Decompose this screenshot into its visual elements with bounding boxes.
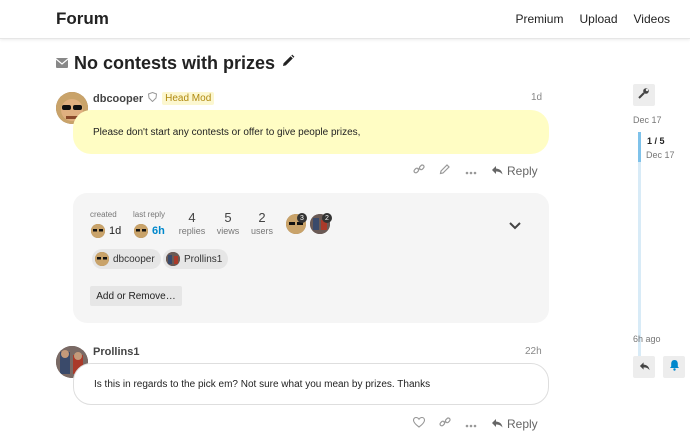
created-value[interactable]: 1d [109, 225, 121, 237]
timeline-end[interactable]: 6h ago [633, 334, 661, 344]
wrench-icon [638, 86, 650, 104]
post-content: Is this in regards to the pick em? Not s… [73, 363, 549, 405]
post-text: Please don't start any contests or offer… [93, 126, 361, 138]
post-header: Prollins1 [93, 346, 139, 358]
timeline-scrollbar[interactable] [638, 132, 641, 364]
replies-label: replies [178, 226, 206, 236]
pencil-icon[interactable] [281, 54, 295, 73]
shield-icon [148, 91, 158, 105]
last-reply-label: last reply [133, 210, 166, 219]
reply-icon [491, 417, 503, 431]
envelope-icon [55, 55, 69, 73]
timeline-position-date: Dec 17 [646, 150, 675, 160]
site-header: Forum Premium Upload Videos [0, 0, 690, 39]
post-header: dbcooper Head Mod [93, 91, 215, 105]
add-remove-button[interactable]: Add or Remove… [90, 286, 182, 306]
topic-title: No contests with prizes [55, 53, 295, 74]
post-username[interactable]: dbcooper [93, 93, 143, 105]
user-flair: Head Mod [162, 92, 215, 105]
created-label: created [90, 210, 117, 219]
chevron-down-icon[interactable] [508, 218, 522, 236]
users-label: users [250, 226, 273, 236]
reply-icon [491, 164, 503, 178]
admin-wrench-button[interactable] [633, 84, 655, 106]
post-actions: Reply [413, 163, 538, 178]
post-age[interactable]: 22h [525, 346, 542, 357]
avatar [134, 224, 148, 238]
post-count-badge: 3 [297, 213, 307, 223]
reply-button[interactable]: Reply [491, 417, 538, 431]
notification-button[interactable] [663, 356, 685, 378]
timeline-position: 1 / 5 [647, 136, 665, 146]
avatar [91, 224, 105, 238]
participant-name: Prollins1 [184, 253, 223, 265]
header-nav: Premium Upload Videos [515, 12, 670, 26]
post-actions: Reply [412, 416, 538, 431]
views-count: 5 [224, 210, 232, 225]
timeline-handle[interactable] [638, 132, 641, 162]
timeline-start-date[interactable]: Dec 17 [633, 115, 662, 125]
heart-icon[interactable] [412, 416, 426, 431]
reply-back-icon [639, 358, 650, 376]
more-icon[interactable] [465, 417, 477, 431]
link-icon[interactable] [413, 163, 425, 178]
post-text: Is this in regards to the pick em? Not s… [94, 378, 431, 390]
post-content: Please don't start any contests or offer… [73, 110, 549, 154]
participant-chip[interactable]: dbcooper [92, 249, 161, 269]
replies-count: 4 [188, 210, 196, 225]
last-reply-value[interactable]: 6h [152, 225, 165, 237]
users-count: 2 [258, 210, 266, 225]
link-icon[interactable] [439, 416, 451, 431]
topic-timeline: Dec 17 1 / 5 Dec 17 6h ago [633, 84, 690, 384]
site-brand[interactable]: Forum [56, 9, 109, 29]
post-count-badge: 2 [322, 213, 332, 223]
nav-videos[interactable]: Videos [634, 12, 670, 26]
nav-upload[interactable]: Upload [579, 12, 617, 26]
post-username[interactable]: Prollins1 [93, 346, 139, 358]
reply-label: Reply [507, 163, 538, 178]
participant-chip[interactable]: Prollins1 [163, 249, 229, 269]
avatar [166, 252, 180, 266]
participant-name: dbcooper [113, 253, 155, 265]
post-age[interactable]: 1d [531, 92, 542, 103]
bell-icon [669, 358, 680, 376]
reply-button[interactable]: Reply [491, 164, 538, 178]
jump-back-button[interactable] [633, 356, 655, 378]
reply-label: Reply [507, 416, 538, 431]
topic-title-text: No contests with prizes [74, 53, 276, 73]
edit-icon[interactable] [439, 163, 451, 178]
more-icon[interactable] [465, 164, 477, 178]
nav-premium[interactable]: Premium [515, 12, 563, 26]
avatar [95, 252, 109, 266]
